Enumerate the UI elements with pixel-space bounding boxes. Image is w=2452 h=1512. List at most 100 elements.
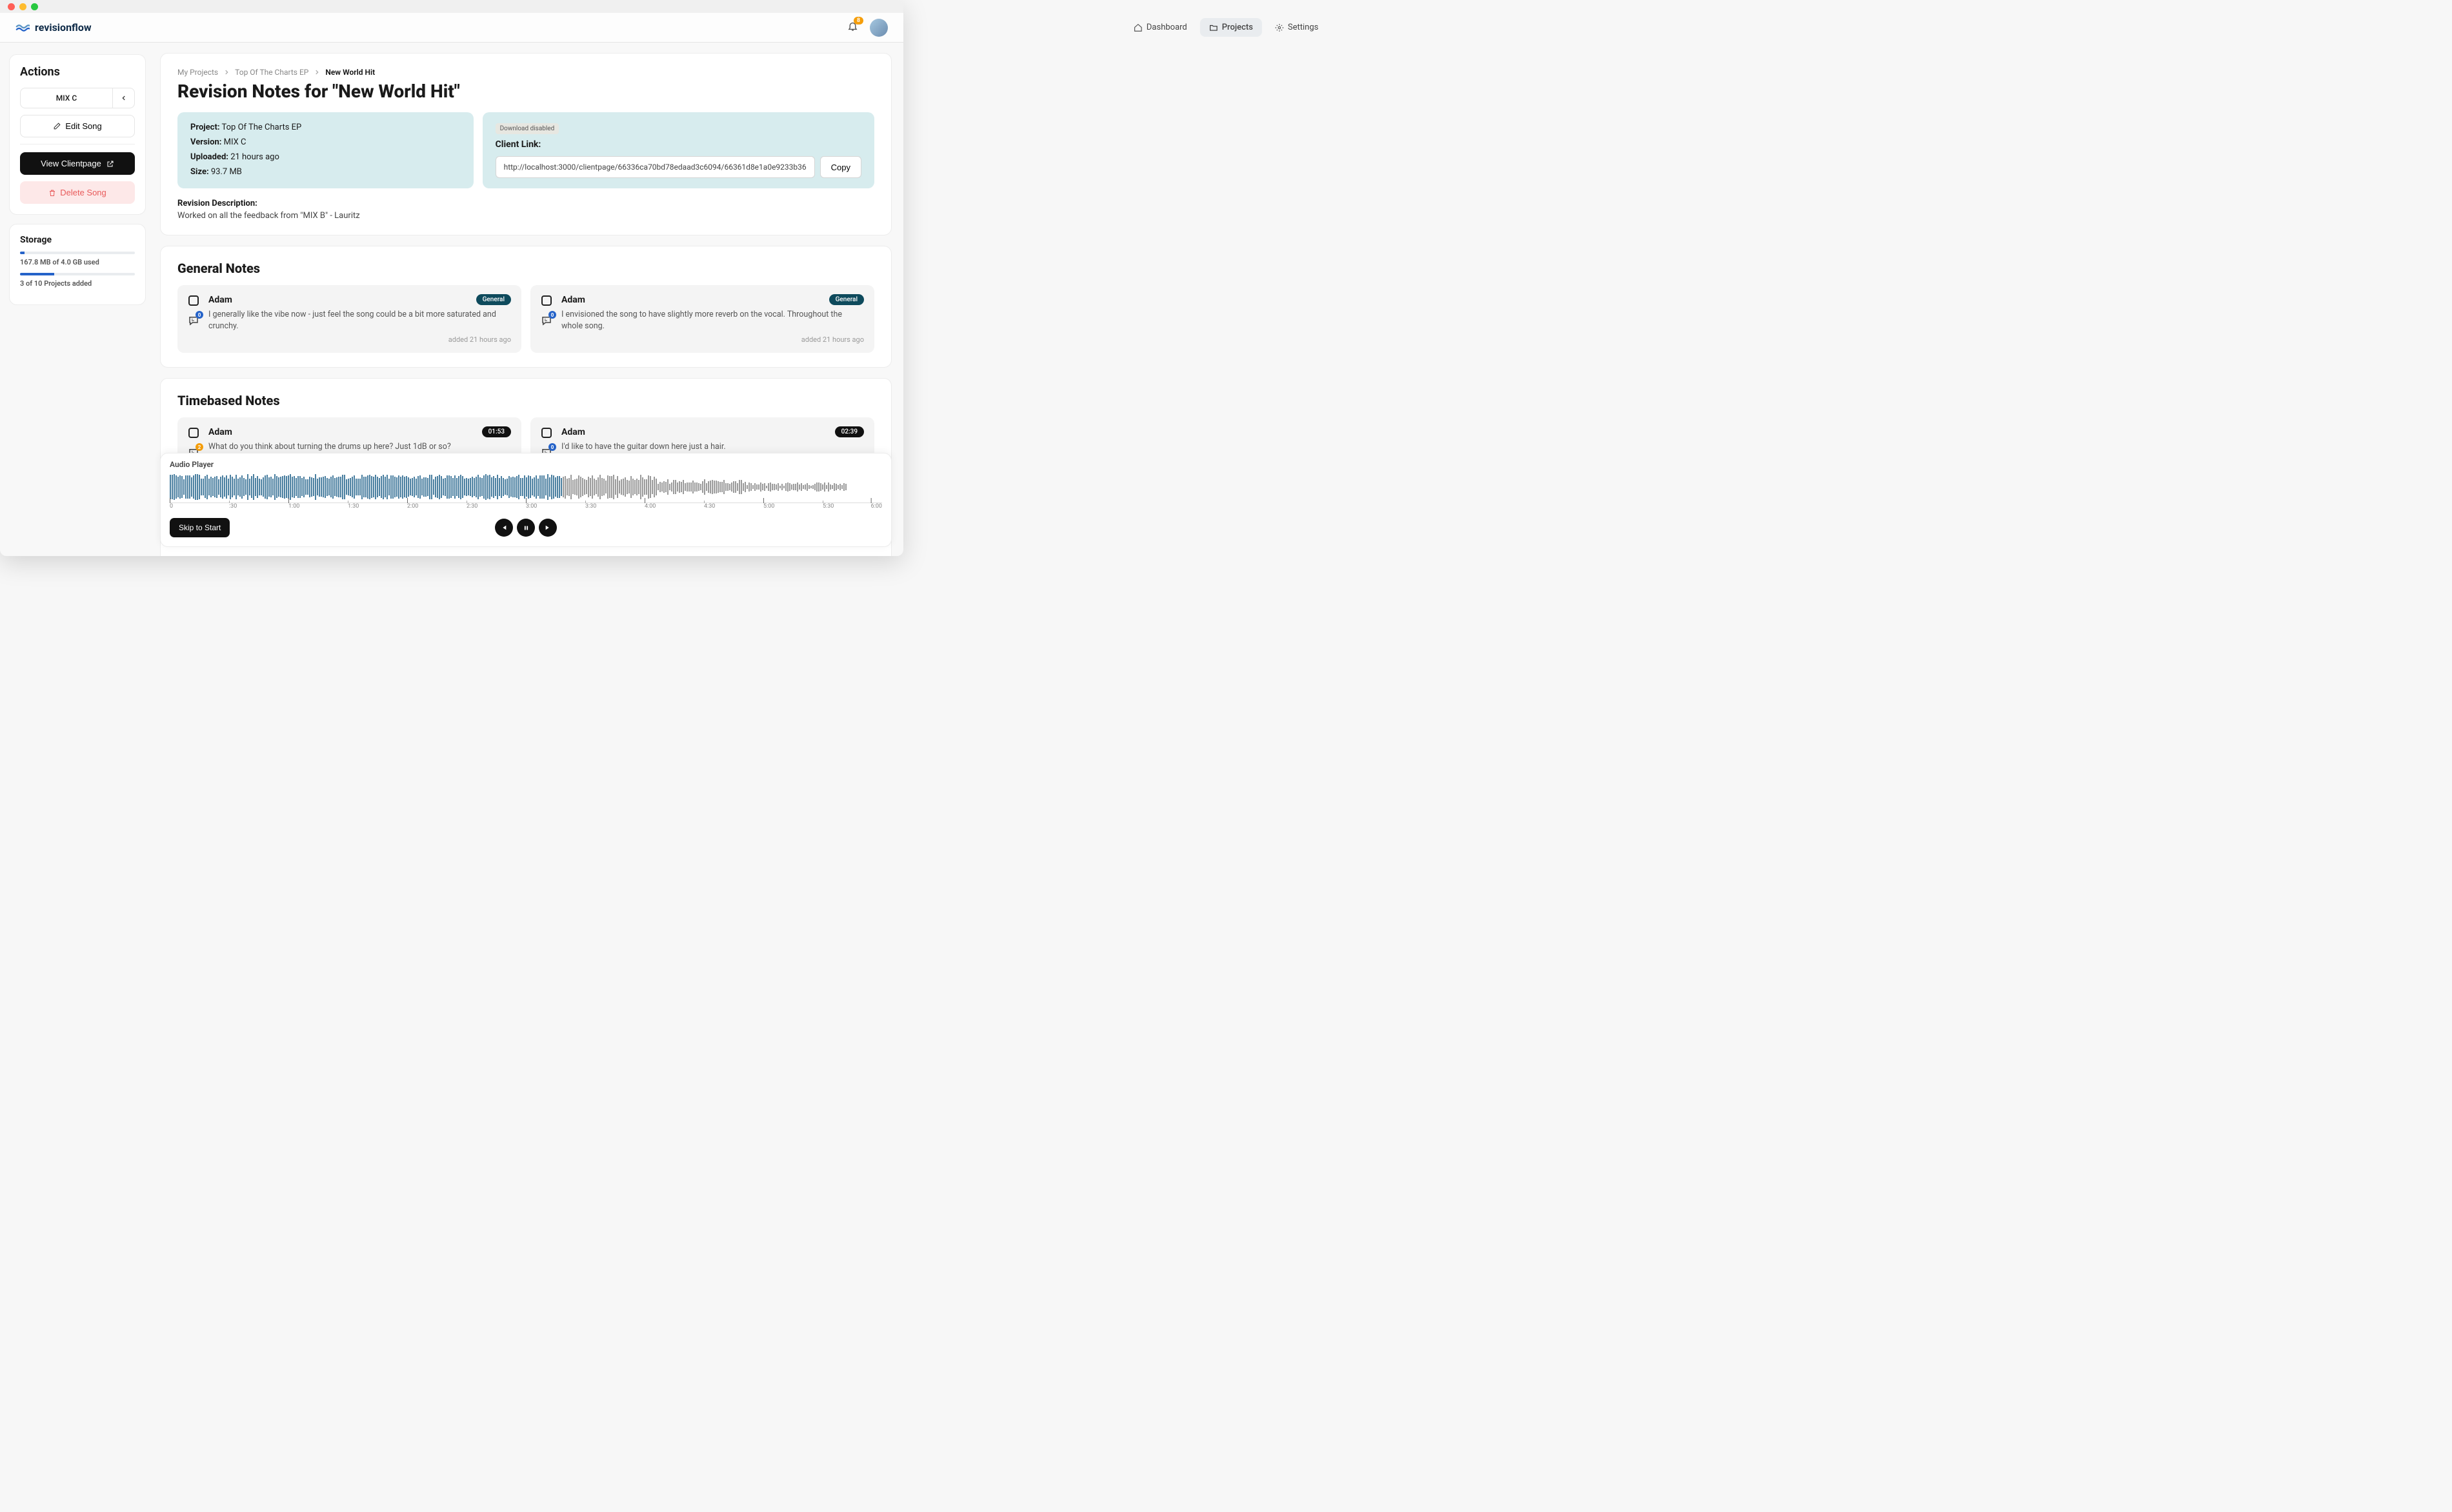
prev-button[interactable]: [495, 519, 513, 537]
window-maximize[interactable]: [31, 3, 38, 10]
timeline-tick: 5:00: [763, 503, 774, 510]
breadcrumb: My Projects Top Of The Charts EP New Wor…: [177, 68, 874, 77]
button-label: Edit Song: [65, 121, 101, 131]
main-content: My Projects Top Of The Charts EP New Wor…: [155, 43, 903, 556]
note-timestamp-tag[interactable]: 01:53: [482, 426, 511, 437]
note-author: Adam: [208, 295, 232, 305]
edit-song-button[interactable]: Edit Song: [20, 115, 135, 137]
note-general-tag: General: [476, 294, 511, 305]
button-label: Delete Song: [60, 188, 106, 197]
comment-count-badge: 2: [196, 443, 203, 451]
note-text: What do you think about turning the drum…: [208, 441, 511, 453]
section-title: General Notes: [177, 261, 874, 276]
comment-count-badge: 0: [548, 443, 556, 451]
client-link-label: Client Link:: [496, 139, 861, 150]
trash-icon: [48, 189, 56, 197]
song-info-box: Project: Top Of The Charts EP Version: M…: [177, 112, 474, 188]
storage-usage-bar: [20, 252, 135, 254]
window-close[interactable]: [8, 3, 15, 10]
client-link-input[interactable]: http://localhost:3000/clientpage/66336ca…: [496, 156, 815, 178]
skip-forward-icon: [545, 524, 551, 531]
notifications-button[interactable]: 8: [847, 21, 858, 34]
brand[interactable]: revisionflow: [15, 21, 92, 35]
topbar: revisionflow Dashboard Projects Settings…: [0, 13, 903, 43]
window-titlebar: [0, 0, 903, 13]
external-link-icon: [106, 160, 114, 168]
wave-logo-icon: [15, 21, 30, 35]
projects-usage-bar: [20, 273, 135, 275]
note-checkbox[interactable]: [541, 295, 552, 306]
timeline-tick: 5:30: [823, 503, 834, 510]
note-text: I envisioned the song to have slightly m…: [561, 309, 864, 332]
window-minimize[interactable]: [19, 3, 26, 10]
timeline-tick: :30: [229, 503, 237, 510]
skip-to-start-button[interactable]: Skip to Start: [170, 518, 230, 537]
timeline-tick: 2:30: [467, 503, 477, 510]
pause-button[interactable]: [517, 519, 535, 537]
audio-player: Audio Player 0:301:001:302:002:303:003:3…: [160, 453, 892, 547]
chevron-right-icon: [314, 69, 320, 75]
brand-name: revisionflow: [35, 21, 92, 34]
note-meta: added 21 hours ago: [208, 335, 511, 344]
storage-card: Storage 167.8 MB of 4.0 GB used 3 of 10 …: [9, 224, 146, 305]
description-label: Revision Description:: [177, 199, 874, 208]
header-panel: My Projects Top Of The Charts EP New Wor…: [160, 53, 892, 235]
waveform[interactable]: [170, 473, 882, 501]
chevron-right-icon: [223, 69, 230, 75]
storage-title: Storage: [20, 235, 135, 245]
actions-title: Actions: [20, 65, 135, 79]
description-text: Worked on all the feedback from "MIX B" …: [177, 211, 874, 221]
notification-count: 8: [854, 17, 863, 25]
next-button[interactable]: [539, 519, 557, 537]
mix-collapse-button[interactable]: [113, 88, 135, 108]
timeline-tick: 1:00: [288, 503, 299, 510]
note-author: Adam: [208, 427, 232, 437]
delete-song-button[interactable]: Delete Song: [20, 181, 135, 204]
page-title: Revision Notes for "New World Hit": [177, 81, 874, 102]
storage-usage-text: 167.8 MB of 4.0 GB used: [20, 258, 135, 266]
projects-usage-text: 3 of 10 Projects added: [20, 279, 135, 288]
pause-icon: [523, 525, 529, 531]
breadcrumb-current: New World Hit: [325, 68, 375, 77]
note-card: 0 Adam General I generally like the vibe…: [177, 285, 521, 353]
note-text: I'd like to have the guitar down here ju…: [561, 441, 864, 453]
timeline-tick: 1:30: [348, 503, 359, 510]
comment-button[interactable]: 0: [541, 315, 552, 326]
timeline-tick: 0: [170, 503, 173, 510]
timeline-tick: 4:30: [704, 503, 715, 510]
note-checkbox[interactable]: [541, 428, 552, 438]
section-title: Timebased Notes: [177, 393, 874, 408]
note-text: I generally like the vibe now - just fee…: [208, 309, 511, 332]
actions-card: Actions MIX C Edit Song View Clientpage: [9, 54, 146, 215]
general-notes-panel: General Notes 0 Adam General I generally…: [160, 246, 892, 368]
timeline-tick: 3:00: [526, 503, 537, 510]
button-label: View Clientpage: [41, 159, 101, 168]
comment-count-badge: 0: [548, 311, 556, 319]
view-clientpage-button[interactable]: View Clientpage: [20, 152, 135, 175]
client-link-box: Download disabled Client Link: http://lo…: [483, 112, 874, 188]
breadcrumb-item[interactable]: My Projects: [177, 68, 218, 77]
note-card: 0 Adam General I envisioned the song to …: [530, 285, 874, 353]
comment-button[interactable]: 0: [188, 315, 199, 326]
note-author: Adam: [561, 427, 585, 437]
chevron-left-icon: [121, 95, 127, 101]
left-sidebar: Actions MIX C Edit Song View Clientpage: [0, 43, 155, 556]
skip-back-icon: [501, 524, 507, 531]
note-author: Adam: [561, 295, 585, 305]
avatar[interactable]: [870, 19, 888, 37]
edit-icon: [53, 122, 61, 130]
download-disabled-badge: Download disabled: [496, 123, 559, 134]
breadcrumb-item[interactable]: Top Of The Charts EP: [235, 68, 308, 77]
timeline[interactable]: 0:301:001:302:002:303:003:304:004:305:00…: [170, 502, 882, 512]
mix-selector[interactable]: MIX C: [20, 88, 113, 108]
note-checkbox[interactable]: [188, 428, 199, 438]
note-timestamp-tag[interactable]: 02:39: [835, 426, 864, 437]
timeline-tick: 6:00: [871, 503, 882, 510]
timeline-tick: 2:00: [407, 503, 418, 510]
note-checkbox[interactable]: [188, 295, 199, 306]
note-meta: added 21 hours ago: [561, 335, 864, 344]
comment-count-badge: 0: [196, 311, 203, 319]
copy-button[interactable]: Copy: [820, 156, 861, 178]
note-general-tag: General: [829, 294, 864, 305]
timeline-tick: 3:30: [585, 503, 596, 510]
